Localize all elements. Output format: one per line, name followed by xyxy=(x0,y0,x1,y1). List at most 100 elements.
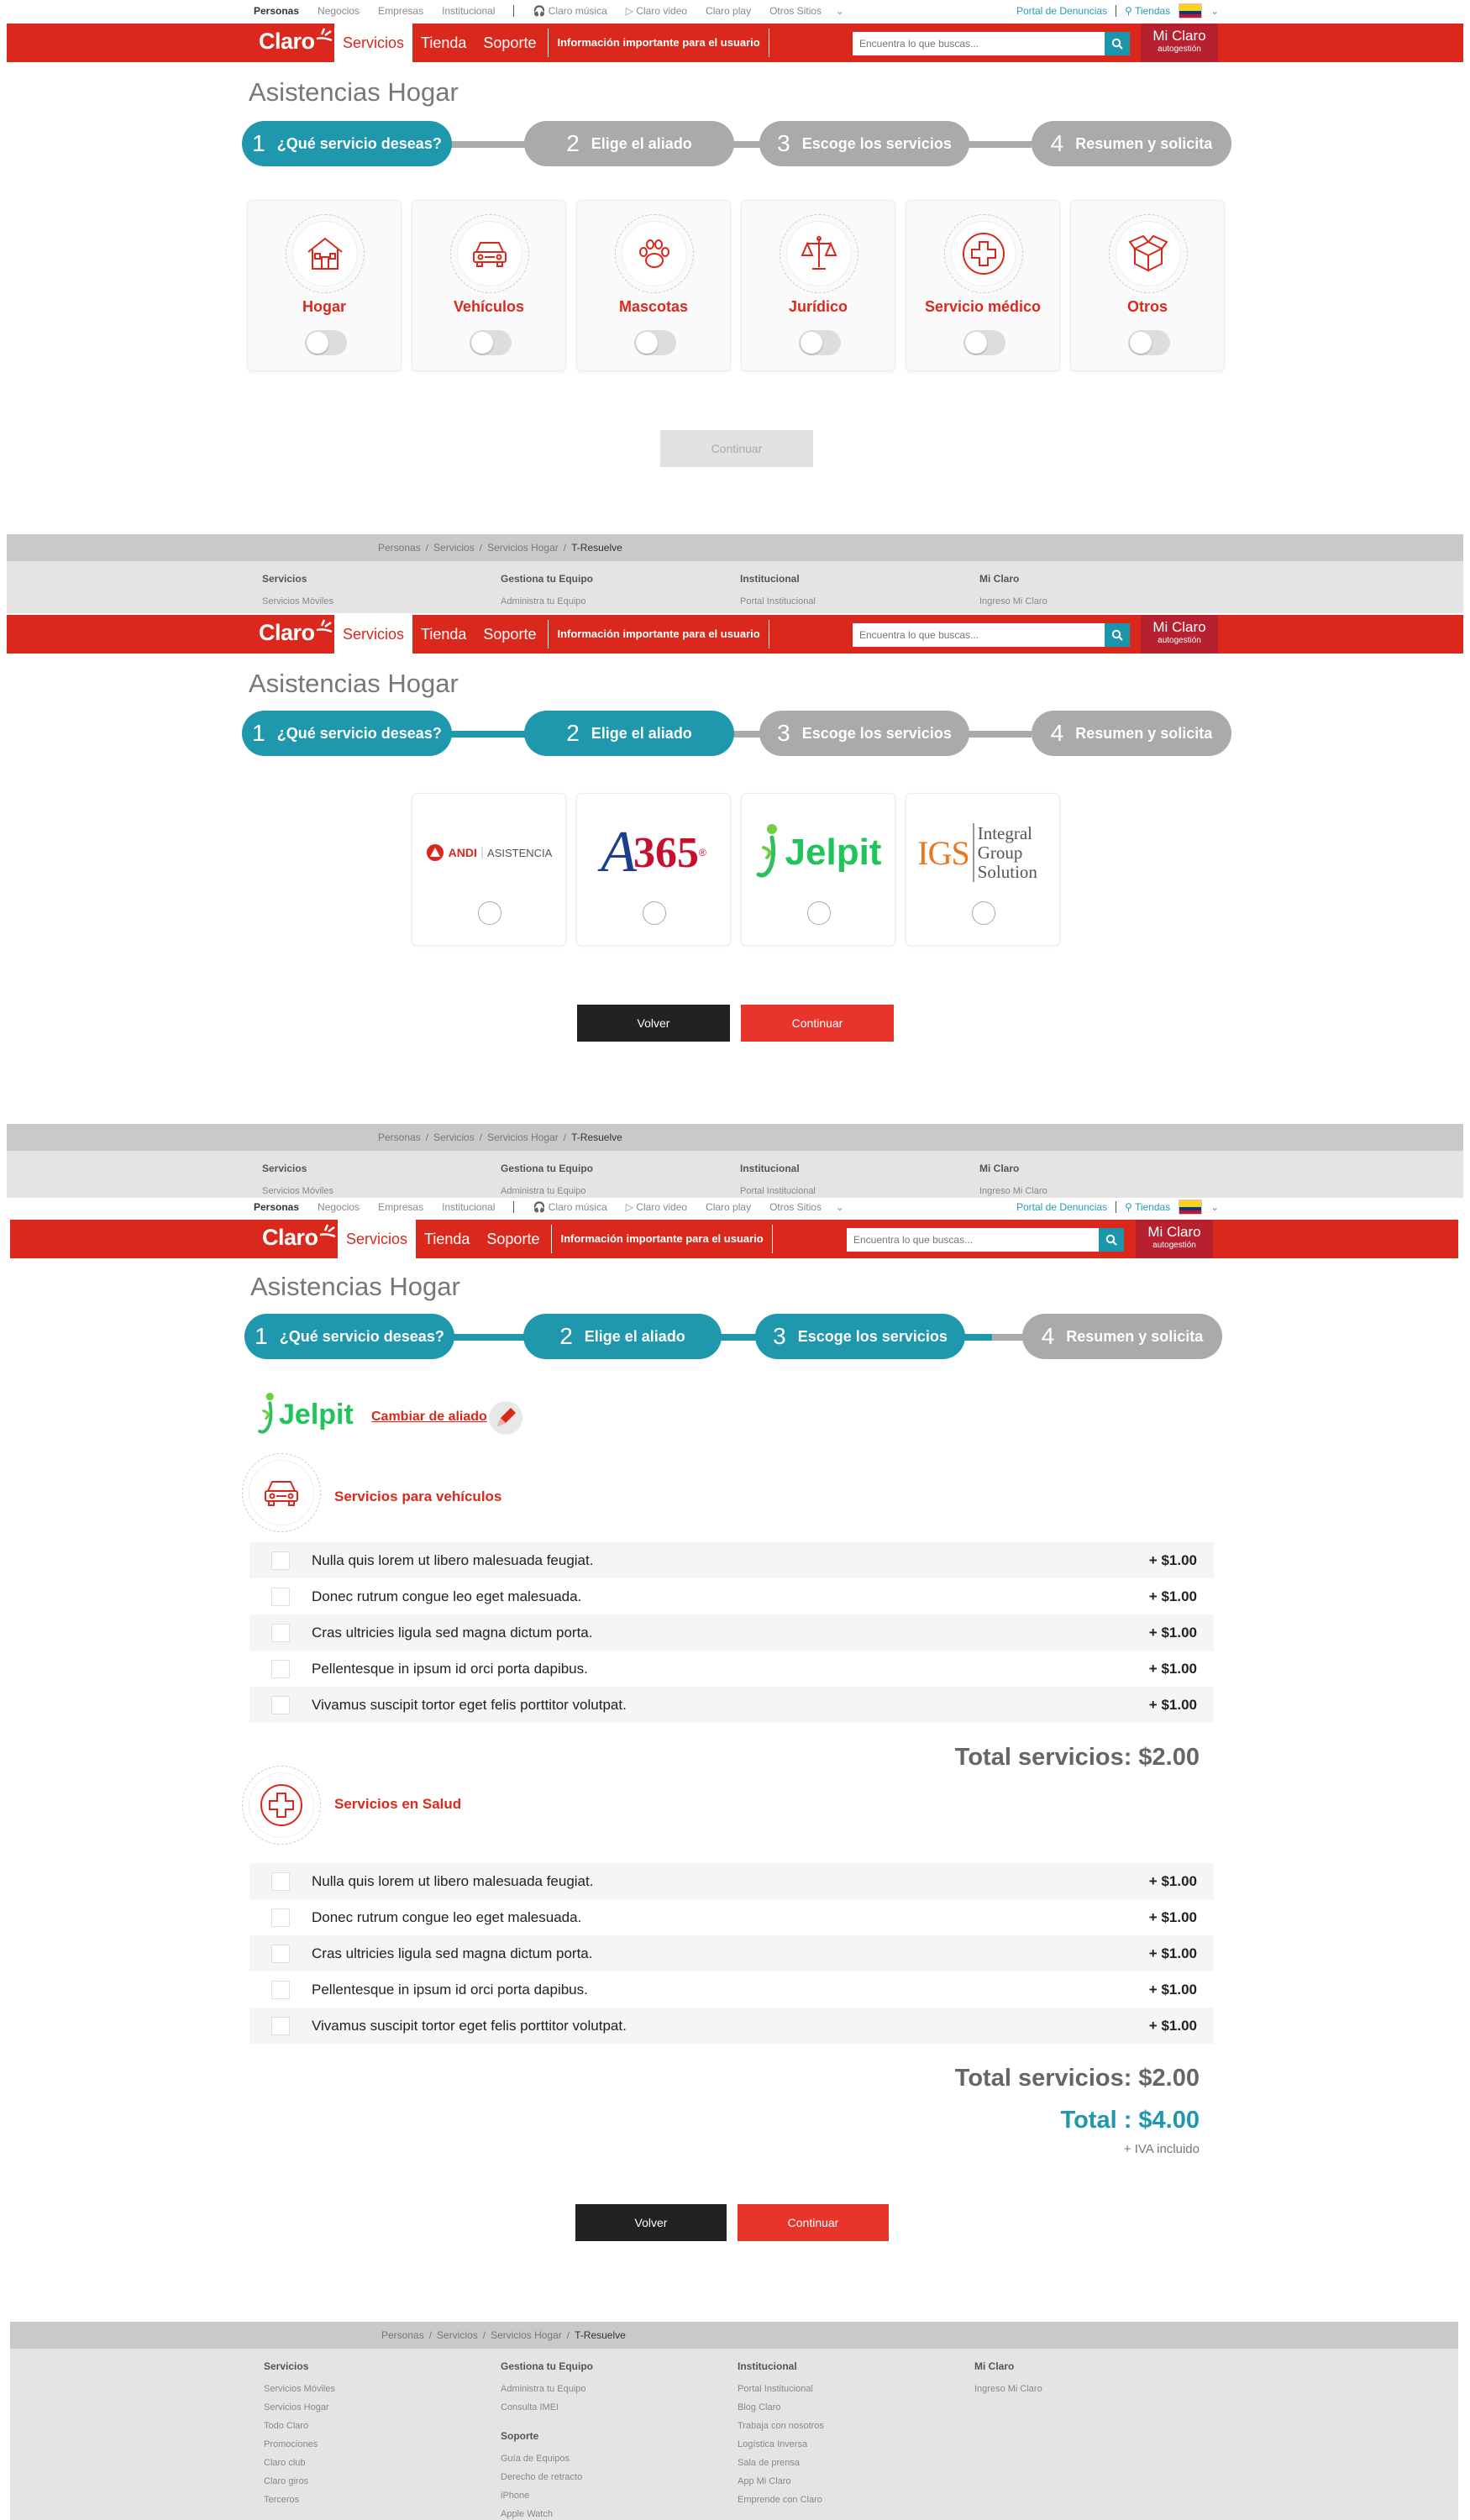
ally-radio[interactable] xyxy=(478,901,501,925)
step-2[interactable]: 2 Elige el aliado xyxy=(524,711,734,756)
service-checkbox[interactable] xyxy=(271,1872,290,1891)
footer-link[interactable]: Administra tu Equipo xyxy=(501,2380,593,2398)
nav-servicios[interactable]: Servicios xyxy=(334,615,413,654)
complaints-link[interactable]: Portal de Denuncias xyxy=(1016,5,1107,17)
claro-play-link[interactable]: Claro play xyxy=(706,1201,751,1213)
footer-link[interactable]: Administra tu Equipo xyxy=(501,592,593,611)
service-toggle[interactable] xyxy=(305,330,347,355)
claro-logo[interactable]: Claro xyxy=(259,619,332,646)
segment-negocios[interactable]: Negocios xyxy=(318,1201,360,1213)
footer-link[interactable]: Portal Institucional xyxy=(740,592,816,611)
service-checkbox[interactable] xyxy=(271,1624,290,1642)
continue-button[interactable]: Continuar xyxy=(738,2204,889,2241)
step-1[interactable]: 1 ¿Qué servicio deseas? xyxy=(244,1314,454,1359)
search-input[interactable] xyxy=(853,623,1105,647)
search-button[interactable] xyxy=(1105,623,1130,647)
back-button[interactable]: Volver xyxy=(575,2204,727,2241)
service-row[interactable]: Nulla quis lorem ut libero malesuada feu… xyxy=(249,1863,1214,1899)
nav-soporte[interactable]: Soporte xyxy=(475,24,544,62)
footer-link[interactable]: Servicios Móviles xyxy=(262,592,333,611)
colombia-flag-icon[interactable] xyxy=(1179,1200,1203,1215)
breadcrumb-item[interactable]: Personas xyxy=(381,2329,424,2341)
nav-info-usuario[interactable]: Información importante para el usuario xyxy=(548,620,769,648)
claro-video-link[interactable]: ▷ Claro video xyxy=(626,5,687,17)
footer-link[interactable]: Sala de prensa xyxy=(738,2454,824,2472)
service-row[interactable]: Donec rutrum congue leo eget malesuada. +… xyxy=(249,1578,1214,1614)
service-checkbox[interactable] xyxy=(271,1945,290,1963)
service-row[interactable]: Vivamus suscipit tortor eget felis portt… xyxy=(249,2008,1214,2044)
segment-personas[interactable]: Personas xyxy=(254,5,299,17)
service-row[interactable]: Vivamus suscipit tortor eget felis portt… xyxy=(249,1687,1214,1723)
service-row[interactable]: Pellentesque in ipsum id orci porta dapi… xyxy=(249,1651,1214,1687)
ally-card-andi[interactable]: ANDI | ASISTENCIA xyxy=(412,793,566,946)
step-1[interactable]: 1 ¿Qué servicio deseas? xyxy=(242,711,452,756)
segment-institucional[interactable]: Institucional xyxy=(442,1201,495,1213)
service-row[interactable]: Pellentesque in ipsum id orci porta dapi… xyxy=(249,1971,1214,2008)
footer-link[interactable]: Servicios Móviles xyxy=(264,2380,335,2398)
footer-link[interactable]: Blog Claro xyxy=(738,2398,824,2417)
nav-tienda[interactable]: Tienda xyxy=(412,24,475,62)
service-checkbox[interactable] xyxy=(271,1981,290,1999)
service-row[interactable]: Donec rutrum congue leo eget malesuada. +… xyxy=(249,1899,1214,1935)
ally-card-jelpit[interactable]: Jelpit xyxy=(741,793,895,946)
ally-card-a365[interactable]: A 365 ® xyxy=(576,793,731,946)
service-row[interactable]: Cras ultricies ligula sed magna dictum p… xyxy=(249,1935,1214,1971)
footer-link[interactable]: Portal Institucional xyxy=(738,2380,824,2398)
breadcrumb-item[interactable]: Personas xyxy=(378,542,421,554)
service-card-otros[interactable]: Otros xyxy=(1070,200,1225,371)
footer-link[interactable]: Terceros xyxy=(264,2491,335,2509)
step-2[interactable]: 2 Elige el aliado xyxy=(523,1314,722,1359)
breadcrumb-item[interactable]: Servicios Hogar xyxy=(487,542,559,554)
chevron-down-icon[interactable]: ⌄ xyxy=(1210,5,1219,17)
nav-tienda[interactable]: Tienda xyxy=(412,615,475,654)
footer-link[interactable]: Claro giros xyxy=(264,2472,335,2491)
nav-servicios[interactable]: Servicios xyxy=(334,24,413,62)
ally-radio[interactable] xyxy=(972,901,995,925)
service-card-hogar[interactable]: Hogar xyxy=(247,200,402,371)
footer-link[interactable]: Apple Watch xyxy=(501,2505,593,2520)
segment-empresas[interactable]: Empresas xyxy=(378,5,423,17)
footer-link[interactable]: Guía de Equipos xyxy=(501,2449,593,2468)
ally-radio[interactable] xyxy=(807,901,831,925)
service-card-juridico[interactable]: Jurídico xyxy=(741,200,895,371)
complaints-link[interactable]: Portal de Denuncias xyxy=(1016,1201,1107,1213)
colombia-flag-icon[interactable] xyxy=(1179,3,1203,18)
claro-musica-link[interactable]: 🎧 Claro música xyxy=(533,5,606,17)
segment-institucional[interactable]: Institucional xyxy=(442,5,495,17)
step-3[interactable]: 3 Escoge los servicios xyxy=(755,1314,965,1359)
mi-claro-button[interactable]: Mi Claro autogestión xyxy=(1141,615,1218,654)
service-card-medico[interactable]: Servicio médico xyxy=(906,200,1060,371)
search-button[interactable] xyxy=(1099,1228,1124,1252)
claro-play-link[interactable]: Claro play xyxy=(706,5,751,17)
service-toggle[interactable] xyxy=(963,330,1005,355)
breadcrumb-item[interactable]: Servicios xyxy=(437,2329,478,2341)
service-toggle[interactable] xyxy=(799,330,841,355)
otros-sitios-dropdown[interactable]: Otros Sitios ⌄ xyxy=(769,1201,844,1213)
edit-pencil-icon[interactable] xyxy=(489,1401,522,1435)
service-checkbox[interactable] xyxy=(271,1660,290,1678)
footer-link[interactable]: Trabaja con nosotros xyxy=(738,2417,824,2435)
footer-link[interactable]: Derecho de retracto xyxy=(501,2468,593,2486)
footer-link[interactable]: Servicios Hogar xyxy=(264,2398,335,2417)
service-card-vehiculos[interactable]: Vehículos xyxy=(412,200,566,371)
stores-link[interactable]: ⚲ Tiendas xyxy=(1125,5,1170,17)
chevron-down-icon[interactable]: ⌄ xyxy=(1210,1201,1219,1213)
claro-musica-link[interactable]: 🎧 Claro música xyxy=(533,1201,606,1213)
service-checkbox[interactable] xyxy=(271,1908,290,1927)
footer-link[interactable]: Todo Claro xyxy=(264,2417,335,2435)
footer-link[interactable]: Logística Inversa xyxy=(738,2435,824,2454)
service-toggle[interactable] xyxy=(1128,330,1170,355)
nav-info-usuario[interactable]: Información importante para el usuario xyxy=(551,1225,773,1253)
mi-claro-button[interactable]: Mi Claro autogestión xyxy=(1136,1220,1213,1258)
ally-card-igs[interactable]: IGS Integral Group Solution xyxy=(906,793,1060,946)
claro-logo[interactable]: Claro xyxy=(259,28,332,55)
footer-link[interactable]: App Mi Claro xyxy=(738,2472,824,2491)
mi-claro-button[interactable]: Mi Claro autogestión xyxy=(1141,24,1218,62)
footer-link[interactable]: Ingreso Mi Claro xyxy=(979,592,1047,611)
search-input[interactable] xyxy=(853,32,1105,55)
claro-video-link[interactable]: ▷ Claro video xyxy=(626,1201,687,1213)
continue-button-disabled[interactable]: Continuar xyxy=(660,430,813,467)
continue-button[interactable]: Continuar xyxy=(741,1005,894,1042)
footer-link[interactable]: Emprende con Claro xyxy=(738,2491,824,2509)
breadcrumb-item[interactable]: Servicios xyxy=(433,542,475,554)
